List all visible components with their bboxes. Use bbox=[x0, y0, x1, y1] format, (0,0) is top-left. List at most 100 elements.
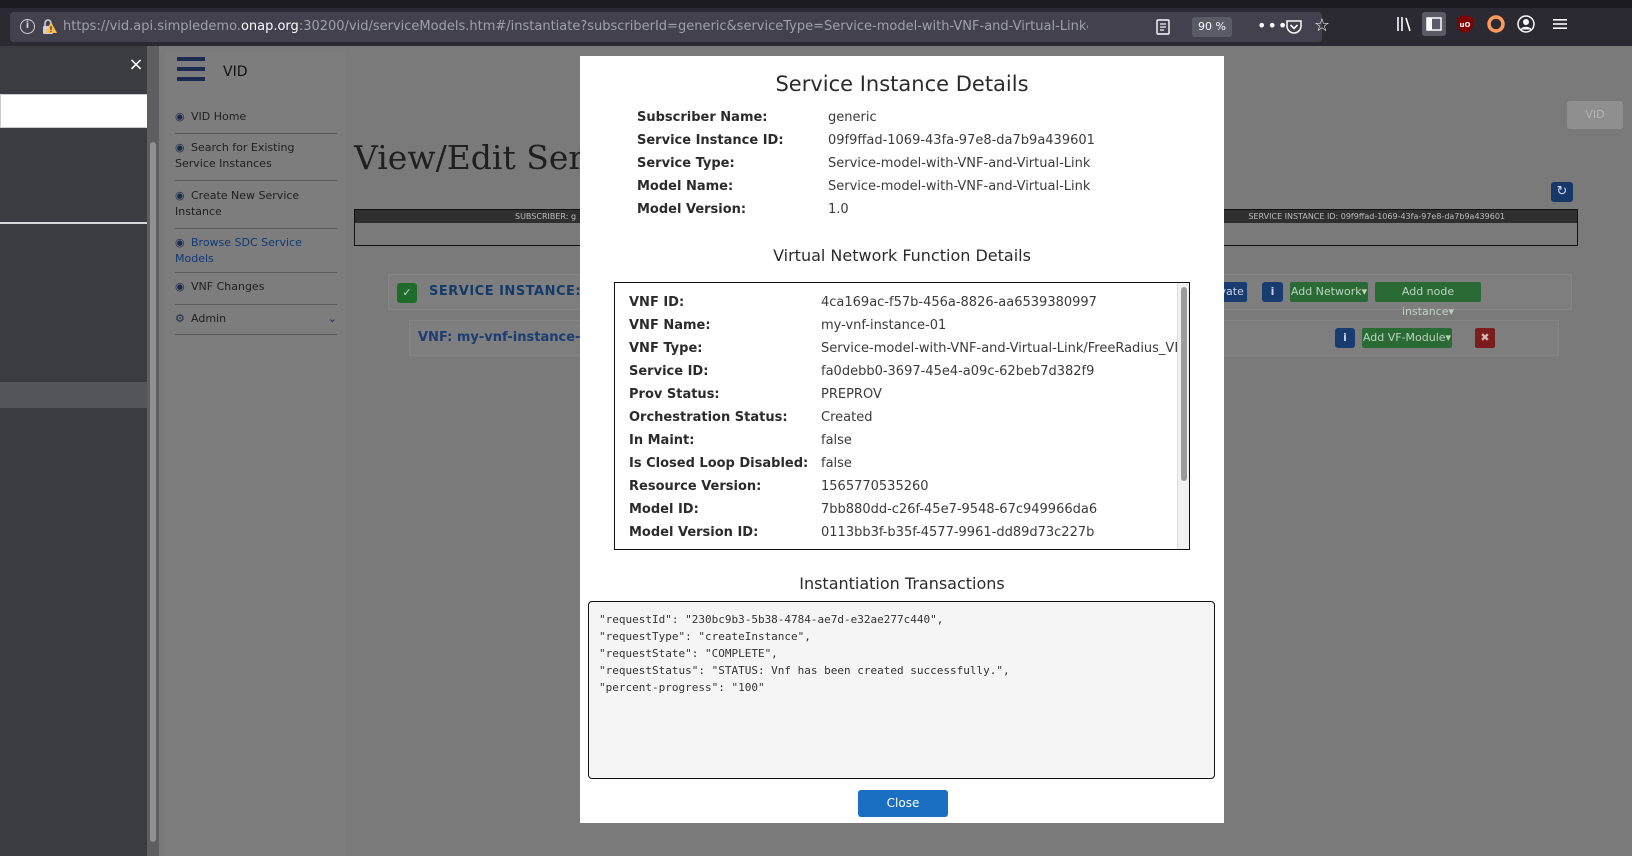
summary-subscriber: SUBSCRIBER: g bbox=[515, 212, 577, 221]
detail-key: Subscriber Name: bbox=[637, 110, 768, 125]
detail-key: Service ID: bbox=[629, 364, 709, 379]
url-bar[interactable]: i https://vid.api.simpledemo.onap.org:30… bbox=[10, 12, 1330, 42]
detail-key: Service Type: bbox=[637, 156, 735, 171]
ublock-icon[interactable]: uO bbox=[1455, 14, 1475, 34]
nav-item-label: Browse SDC Service Models bbox=[175, 236, 302, 265]
bookmark-star-icon[interactable]: ☆ bbox=[1312, 16, 1332, 36]
detail-value: Service-model-with-VNF-and-Virtual-Link/… bbox=[821, 341, 1190, 356]
transaction-line: "percent-progress": "100" bbox=[599, 681, 765, 694]
vnf-details-scrollbar-thumb[interactable] bbox=[1181, 287, 1187, 481]
chevron-down-icon[interactable]: ✓ bbox=[397, 283, 417, 303]
info-icon[interactable]: i bbox=[1335, 328, 1355, 348]
add-vf-module-button[interactable]: Add VF-Module▾ bbox=[1362, 328, 1452, 348]
nav-item-search-existing[interactable]: ◉ Search for Existing Service Instances bbox=[175, 140, 337, 172]
detail-key: VNF Name: bbox=[629, 318, 711, 333]
vnf-details-scrollbar[interactable] bbox=[1177, 283, 1189, 549]
service-instance-details-modal: Service Instance Details Subscriber Name… bbox=[580, 56, 1224, 823]
summary-service-instance-id: SERVICE INSTANCE ID: 09f9ffad-1069-43fa-… bbox=[1248, 212, 1505, 221]
pocket-icon[interactable] bbox=[1285, 18, 1303, 36]
map-pin-icon: ◉ bbox=[175, 280, 185, 293]
info-icon[interactable]: i bbox=[1262, 282, 1283, 302]
vid-nav-sidebar: VID ◉ VID Home ◉ Search for Existing Servi… bbox=[165, 52, 345, 856]
detail-key: VNF Type: bbox=[629, 341, 703, 356]
nav-item-label: VNF Changes bbox=[191, 280, 265, 293]
refresh-icon[interactable]: ↻ bbox=[1551, 182, 1573, 202]
nav-divider bbox=[175, 228, 337, 229]
site-info-icon[interactable]: i bbox=[20, 19, 35, 34]
add-network-button[interactable]: Add Network▾ bbox=[1290, 282, 1368, 302]
detail-key: Resource Version: bbox=[629, 479, 762, 494]
map-pin-icon: ◉ bbox=[175, 236, 185, 249]
nav-item-label: Search for Existing Service Instances bbox=[175, 141, 295, 170]
nav-item-vid-home[interactable]: ◉ VID Home bbox=[175, 109, 337, 125]
detail-value: false bbox=[821, 433, 852, 448]
detail-key: Orchestration Status: bbox=[629, 410, 788, 425]
page-title: View/Edit Ser bbox=[354, 138, 585, 177]
detail-value: 1.0 bbox=[828, 202, 849, 217]
library-icon[interactable] bbox=[1394, 14, 1414, 34]
detail-value: Created bbox=[821, 410, 873, 425]
chevron-down-icon[interactable]: ⌄ bbox=[328, 311, 337, 327]
nav-item-create-new[interactable]: ◉ Create New Service Instance bbox=[175, 188, 337, 220]
close-button[interactable]: Close bbox=[858, 790, 948, 817]
panel-search-input[interactable] bbox=[0, 94, 151, 128]
detail-value: 09f9ffad-1069-43fa-97e8-da7b9a439601 bbox=[828, 133, 1095, 148]
detail-key: Model Version ID: bbox=[629, 525, 759, 540]
page-actions-more-icon[interactable]: ••• bbox=[1257, 17, 1287, 37]
browser-tab-strip bbox=[0, 0, 1632, 8]
menu-overflow-icon[interactable] bbox=[1550, 14, 1570, 34]
detail-key: VNF ID: bbox=[629, 295, 685, 310]
panel-selected-row[interactable] bbox=[0, 382, 147, 408]
detail-key: Model Name: bbox=[637, 179, 734, 194]
nav-brand: VID bbox=[223, 64, 248, 80]
browser-toolbar: i https://vid.api.simpledemo.onap.org:30… bbox=[0, 8, 1632, 46]
zoom-level-badge[interactable]: 90 % bbox=[1192, 17, 1232, 37]
panel-divider bbox=[0, 222, 147, 224]
detail-key: Service Instance ID: bbox=[637, 133, 784, 148]
detail-value: generic bbox=[828, 110, 877, 125]
sidebar-toggle-icon[interactable] bbox=[1422, 12, 1446, 36]
insecure-lock-icon[interactable] bbox=[40, 18, 58, 36]
instantiation-transactions-box[interactable]: "requestId": "230bc9b3-5b38-4784-ae7d-e3… bbox=[588, 601, 1215, 779]
nav-item-admin[interactable]: ⚙ Admin ⌄ bbox=[175, 311, 337, 327]
nav-divider bbox=[175, 272, 337, 273]
close-icon[interactable]: × bbox=[127, 56, 145, 74]
vnf-label: VNF: my-vnf-instance-01 bbox=[418, 330, 599, 345]
detail-value: Service-model-with-VNF-and-Virtual-Link bbox=[828, 179, 1091, 194]
transaction-line: "requestId": "230bc9b3-5b38-4784-ae7d-e3… bbox=[599, 613, 944, 626]
account-icon[interactable] bbox=[1516, 14, 1536, 34]
map-pin-icon: ◉ bbox=[175, 189, 185, 202]
detail-value: 1565770535260 bbox=[821, 479, 929, 494]
detail-key: In Maint: bbox=[629, 433, 695, 448]
url-rest: :30200/vid/serviceModels.htm#/instantiat… bbox=[298, 19, 1088, 34]
detail-key: Model Version: bbox=[637, 202, 747, 217]
detail-value: false bbox=[821, 456, 852, 471]
detail-value: 4ca169ac-f57b-456a-8826-aa6539380997 bbox=[821, 295, 1097, 310]
nav-item-label: Create New Service Instance bbox=[175, 189, 300, 218]
hamburger-menu-icon[interactable] bbox=[177, 57, 205, 83]
gear-icon: ⚙ bbox=[175, 312, 185, 325]
reader-view-icon[interactable] bbox=[1154, 18, 1172, 36]
nav-divider bbox=[175, 180, 337, 181]
vid-header-button[interactable]: VID bbox=[1567, 101, 1623, 129]
vnf-details-box: VNF ID: 4ca169ac-f57b-456a-8826-aa6539380… bbox=[614, 282, 1190, 550]
url-text[interactable]: https://vid.api.simpledemo.onap.org:3020… bbox=[63, 18, 1088, 36]
detail-key: Prov Status: bbox=[629, 387, 720, 402]
extension-ring-icon[interactable] bbox=[1486, 14, 1506, 34]
nav-divider bbox=[175, 133, 337, 134]
nav-item-vnf-changes[interactable]: ◉ VNF Changes bbox=[175, 279, 337, 295]
nav-divider bbox=[175, 334, 337, 335]
nav-item-browse-sdc[interactable]: ◉ Browse SDC Service Models bbox=[175, 235, 337, 267]
dark-side-panel: × bbox=[0, 46, 151, 856]
svg-text:uO: uO bbox=[1460, 21, 1471, 29]
page-scrollbar[interactable] bbox=[147, 46, 159, 856]
transaction-line: "requestType": "createInstance", bbox=[599, 630, 811, 643]
page-scrollbar-thumb[interactable] bbox=[150, 142, 156, 842]
add-node-instance-button[interactable]: Add node instance▾ bbox=[1375, 282, 1481, 318]
modal-title: Service Instance Details bbox=[775, 72, 1029, 96]
delete-icon[interactable]: ✖ bbox=[1475, 328, 1495, 348]
nav-item-label: VID Home bbox=[191, 110, 247, 123]
map-pin-icon: ◉ bbox=[175, 110, 185, 123]
detail-value: PREPROV bbox=[821, 387, 882, 402]
detail-value: fa0debb0-3697-45e4-a09c-62beb7d382f9 bbox=[821, 364, 1095, 379]
